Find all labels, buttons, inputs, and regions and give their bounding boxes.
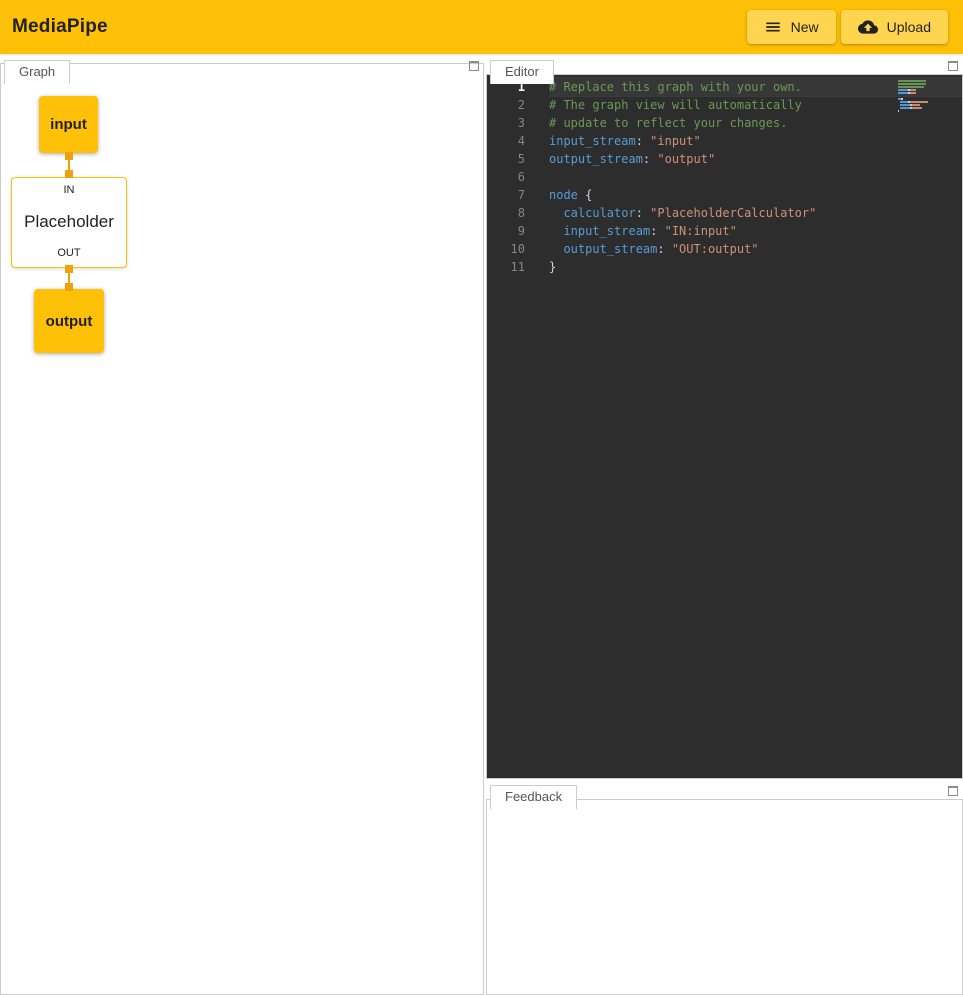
maximize-icon[interactable] bbox=[948, 61, 958, 71]
line-number: 8 bbox=[487, 204, 525, 222]
menu-icon bbox=[764, 18, 782, 36]
new-button[interactable]: New bbox=[747, 10, 836, 44]
graph-node-placeholder-label: Placeholder bbox=[24, 212, 114, 232]
line-number: 3 bbox=[487, 114, 525, 132]
editor-minimap[interactable] bbox=[898, 80, 940, 113]
upload-button-label: Upload bbox=[887, 19, 931, 35]
graph-panel: Graph input IN Placeholder OUT output bbox=[0, 60, 484, 995]
graph-node-input-label: input bbox=[50, 116, 87, 133]
graph-canvas[interactable]: input IN Placeholder OUT output bbox=[0, 63, 484, 995]
maximize-icon[interactable] bbox=[948, 786, 958, 796]
upload-button[interactable]: Upload bbox=[841, 10, 948, 44]
line-number: 4 bbox=[487, 132, 525, 150]
line-number: 10 bbox=[487, 240, 525, 258]
line-number: 5 bbox=[487, 150, 525, 168]
feedback-panel: Feedback bbox=[486, 785, 963, 995]
line-number: 7 bbox=[487, 186, 525, 204]
header-actions: New Upload bbox=[747, 10, 948, 44]
output-port-icon bbox=[65, 265, 73, 273]
placeholder-out-port-label: OUT bbox=[57, 247, 80, 259]
code-line[interactable] bbox=[549, 168, 962, 186]
line-number: 6 bbox=[487, 168, 525, 186]
graph-node-input[interactable]: input bbox=[39, 96, 98, 153]
code-editor[interactable]: 1234567891011 # Replace this graph with … bbox=[486, 74, 963, 779]
edge-placeholder-output bbox=[65, 265, 73, 291]
feedback-content bbox=[486, 799, 963, 995]
code-line[interactable]: output_stream: "output" bbox=[549, 150, 962, 168]
tab-editor[interactable]: Editor bbox=[490, 60, 554, 84]
graph-node-output-label: output bbox=[46, 313, 93, 330]
code-line[interactable]: input_stream: "input" bbox=[549, 132, 962, 150]
app-title: MediaPipe bbox=[12, 16, 108, 38]
code-line[interactable]: input_stream: "IN:input" bbox=[549, 222, 962, 240]
code-line[interactable]: } bbox=[549, 258, 962, 276]
code-line[interactable]: # update to reflect your changes. bbox=[549, 114, 962, 132]
placeholder-in-port-label: IN bbox=[64, 184, 75, 196]
line-number: 9 bbox=[487, 222, 525, 240]
maximize-icon[interactable] bbox=[469, 61, 479, 71]
tab-feedback[interactable]: Feedback bbox=[490, 785, 577, 809]
edge-input-placeholder bbox=[65, 152, 73, 178]
code-line[interactable]: node { bbox=[549, 186, 962, 204]
input-port-icon bbox=[65, 283, 73, 291]
editor-gutter: 1234567891011 bbox=[487, 78, 525, 276]
cloud-upload-icon bbox=[858, 17, 878, 37]
input-port-icon bbox=[65, 170, 73, 178]
output-port-icon bbox=[65, 152, 73, 160]
new-button-label: New bbox=[791, 19, 819, 35]
editor-panel: Editor 1234567891011 # Replace this grap… bbox=[486, 60, 963, 779]
code-line[interactable]: output_stream: "OUT:output" bbox=[549, 240, 962, 258]
code-line[interactable]: calculator: "PlaceholderCalculator" bbox=[549, 204, 962, 222]
graph-node-output[interactable]: output bbox=[34, 289, 104, 353]
tab-graph[interactable]: Graph bbox=[4, 60, 70, 84]
graph-node-placeholder[interactable]: IN Placeholder OUT bbox=[11, 177, 127, 268]
line-number: 2 bbox=[487, 96, 525, 114]
app-header: MediaPipe New Upload bbox=[0, 0, 963, 54]
line-number: 11 bbox=[487, 258, 525, 276]
